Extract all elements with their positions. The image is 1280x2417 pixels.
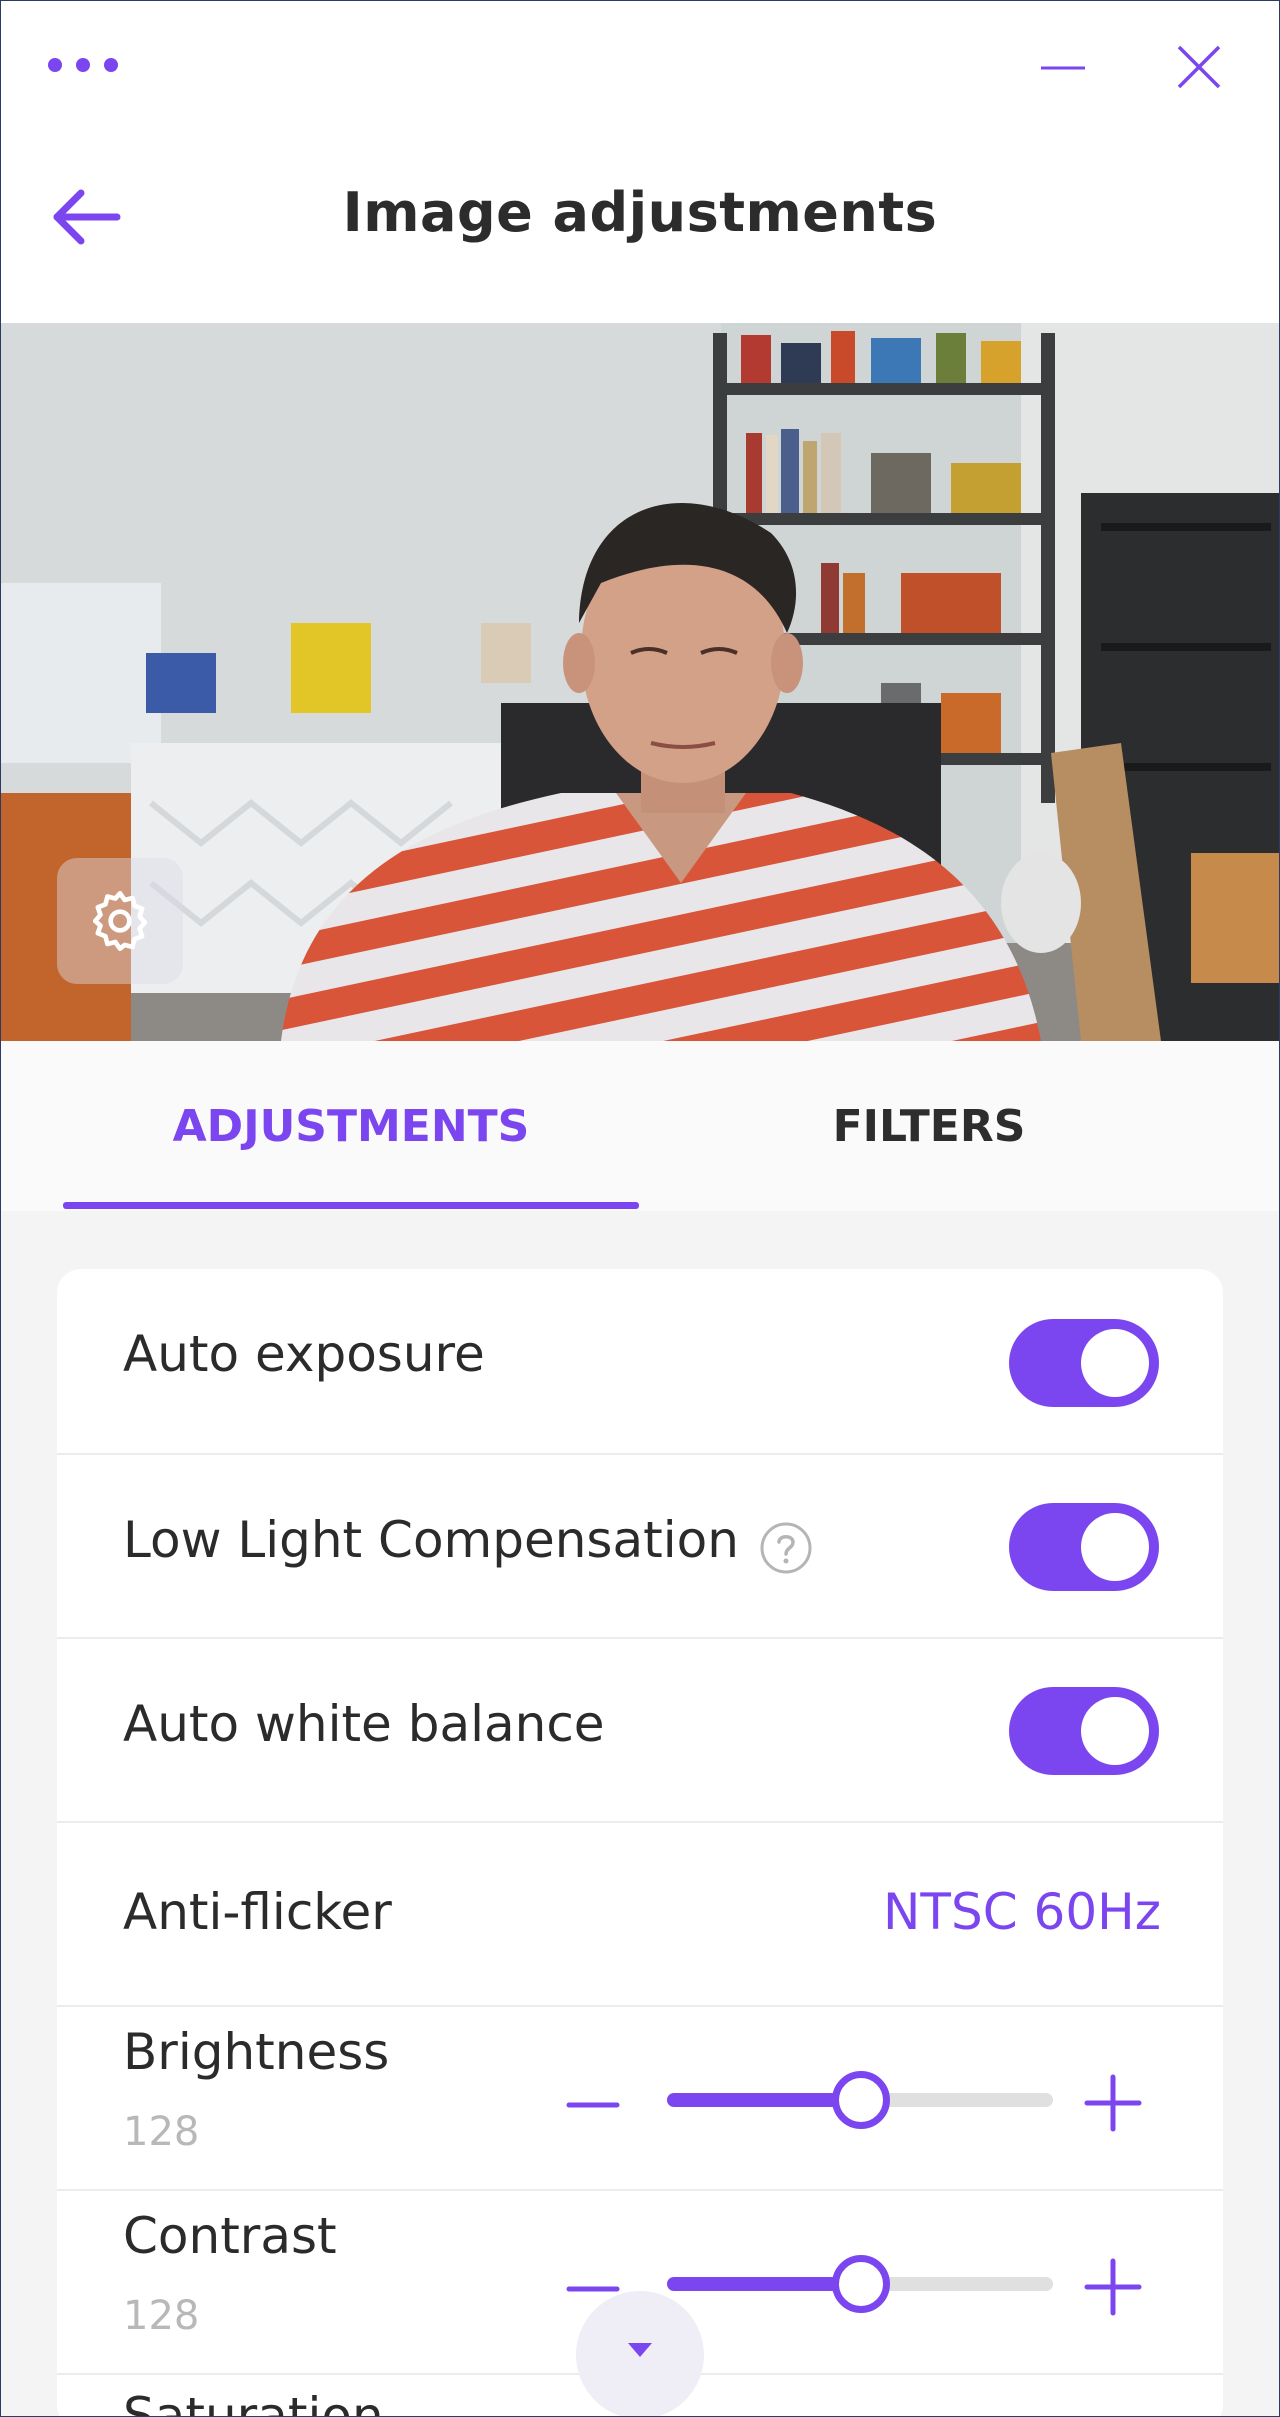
tab-adjustments[interactable]: ADJUSTMENTS bbox=[63, 1041, 639, 1211]
anti-flicker-row: Anti-flicker NTSC 60Hz bbox=[57, 1821, 1223, 2007]
auto-white-balance-toggle[interactable] bbox=[1009, 1687, 1159, 1775]
saturation-label-partial: Saturation bbox=[123, 2387, 384, 2417]
contrast-slider-thumb[interactable] bbox=[831, 2255, 890, 2313]
brightness-label: Brightness bbox=[123, 2023, 390, 2081]
close-icon[interactable] bbox=[1175, 43, 1223, 91]
brightness-slider-thumb[interactable] bbox=[831, 2071, 890, 2129]
camera-preview bbox=[1, 323, 1279, 1041]
low-light-toggle[interactable] bbox=[1009, 1503, 1159, 1591]
contrast-label: Contrast bbox=[123, 2207, 337, 2265]
adjustments-panel: Auto exposure Low Light Compensation Aut… bbox=[57, 1269, 1223, 2416]
brightness-slider[interactable] bbox=[667, 2071, 1053, 2129]
tab-bar: ADJUSTMENTS FILTERS bbox=[1, 1041, 1279, 1211]
gear-icon bbox=[92, 890, 148, 952]
anti-flicker-select[interactable]: NTSC 60Hz bbox=[883, 1883, 1161, 1941]
page-header: Image adjustments bbox=[1, 131, 1279, 323]
page-title: Image adjustments bbox=[342, 181, 938, 244]
title-bar bbox=[1, 1, 1279, 131]
anti-flicker-label: Anti-flicker bbox=[123, 1883, 392, 1941]
brightness-row: Brightness 128 bbox=[57, 2005, 1223, 2191]
minimize-icon[interactable] bbox=[1039, 53, 1087, 83]
help-circle-icon[interactable] bbox=[759, 1521, 813, 1575]
camera-preview-image bbox=[1, 323, 1279, 1041]
contrast-value: 128 bbox=[123, 2293, 200, 2339]
app-window: Image adjustments ADJUSTMENTS FILTERS Au… bbox=[0, 0, 1280, 2417]
brightness-value: 128 bbox=[123, 2109, 200, 2155]
toggle-knob bbox=[1081, 1697, 1149, 1765]
more-dots-icon[interactable] bbox=[47, 57, 119, 73]
auto-white-balance-label: Auto white balance bbox=[123, 1695, 605, 1753]
low-light-label: Low Light Compensation bbox=[123, 1511, 739, 1569]
auto-exposure-label: Auto exposure bbox=[123, 1325, 485, 1383]
caret-down-icon bbox=[628, 2343, 652, 2357]
brightness-decrease-button[interactable] bbox=[563, 2075, 623, 2135]
active-tab-indicator bbox=[63, 1202, 639, 1209]
brightness-increase-button[interactable] bbox=[1081, 2071, 1145, 2135]
camera-settings-button[interactable] bbox=[57, 858, 183, 984]
auto-exposure-row: Auto exposure bbox=[57, 1269, 1223, 1455]
tab-filters[interactable]: FILTERS bbox=[641, 1041, 1217, 1211]
auto-white-balance-row: Auto white balance bbox=[57, 1637, 1223, 1823]
toggle-knob bbox=[1081, 1329, 1149, 1397]
toggle-knob bbox=[1081, 1513, 1149, 1581]
contrast-slider[interactable] bbox=[667, 2255, 1053, 2313]
scroll-down-button[interactable] bbox=[576, 2291, 704, 2416]
low-light-row: Low Light Compensation bbox=[57, 1453, 1223, 1639]
auto-exposure-toggle[interactable] bbox=[1009, 1319, 1159, 1407]
contrast-increase-button[interactable] bbox=[1081, 2255, 1145, 2319]
